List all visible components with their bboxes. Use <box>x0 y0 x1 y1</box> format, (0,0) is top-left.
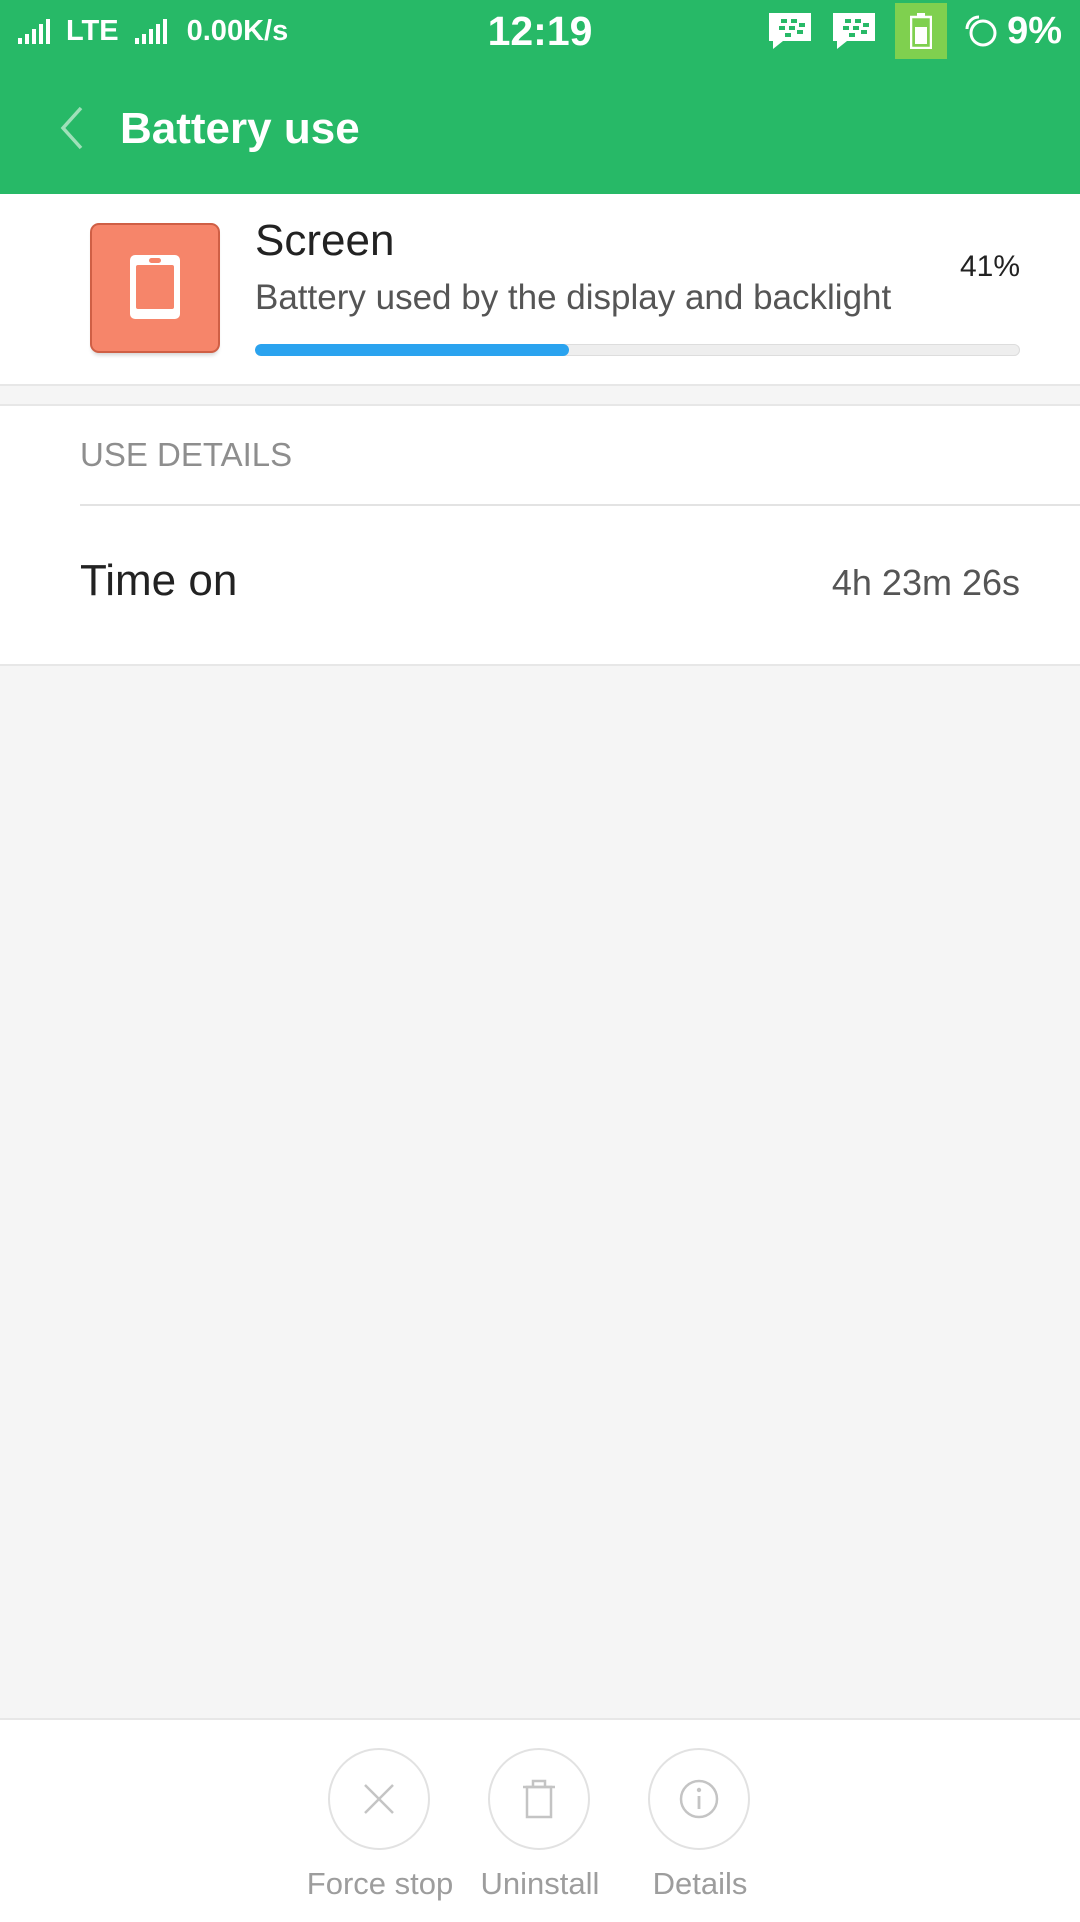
ring-icon <box>965 15 997 47</box>
close-icon <box>364 1784 394 1814</box>
status-right: 9% <box>767 0 1062 62</box>
detail-value: 4h 23m 26s <box>831 562 1020 603</box>
item-title: Screen <box>255 216 395 265</box>
details-circle[interactable] <box>648 1748 750 1850</box>
section-header: USE DETAILS <box>80 436 293 473</box>
detail-label: Time on <box>80 556 238 605</box>
bottom-action-bar: Force stop Uninstall Details <box>0 1718 1080 1922</box>
bbm-icon <box>833 13 876 49</box>
chevron-left-icon <box>60 106 83 150</box>
action-bar: Battery use <box>0 62 1080 194</box>
status-bar: LTE 0.00K/s 12:19 9% <box>0 0 1080 62</box>
force-stop-circle[interactable] <box>328 1748 430 1850</box>
device-screen-icon <box>92 225 218 351</box>
detail-row: Time on 4h 23m 26s <box>0 506 1080 664</box>
trash-icon <box>523 1779 555 1819</box>
battery-level: 9% <box>1007 9 1062 52</box>
details-button[interactable]: Details <box>615 1748 785 1918</box>
page-title: Battery use <box>120 104 360 153</box>
usage-percent: 41% <box>959 250 1020 283</box>
use-details-section: USE DETAILS Time on 4h 23m 26s <box>0 404 1080 666</box>
usage-summary: Screen Battery used by the display and b… <box>0 194 1080 386</box>
info-icon <box>679 1779 719 1819</box>
usage-progress-fill <box>255 344 569 356</box>
item-description: Battery used by the display and backligh… <box>255 278 892 317</box>
bbm-icon <box>769 13 812 49</box>
details-label: Details <box>652 1866 748 1901</box>
battery-saver-icon <box>895 3 948 59</box>
usage-progress-bar <box>255 344 1020 356</box>
back-button[interactable] <box>40 96 104 160</box>
uninstall-circle[interactable] <box>488 1748 590 1850</box>
